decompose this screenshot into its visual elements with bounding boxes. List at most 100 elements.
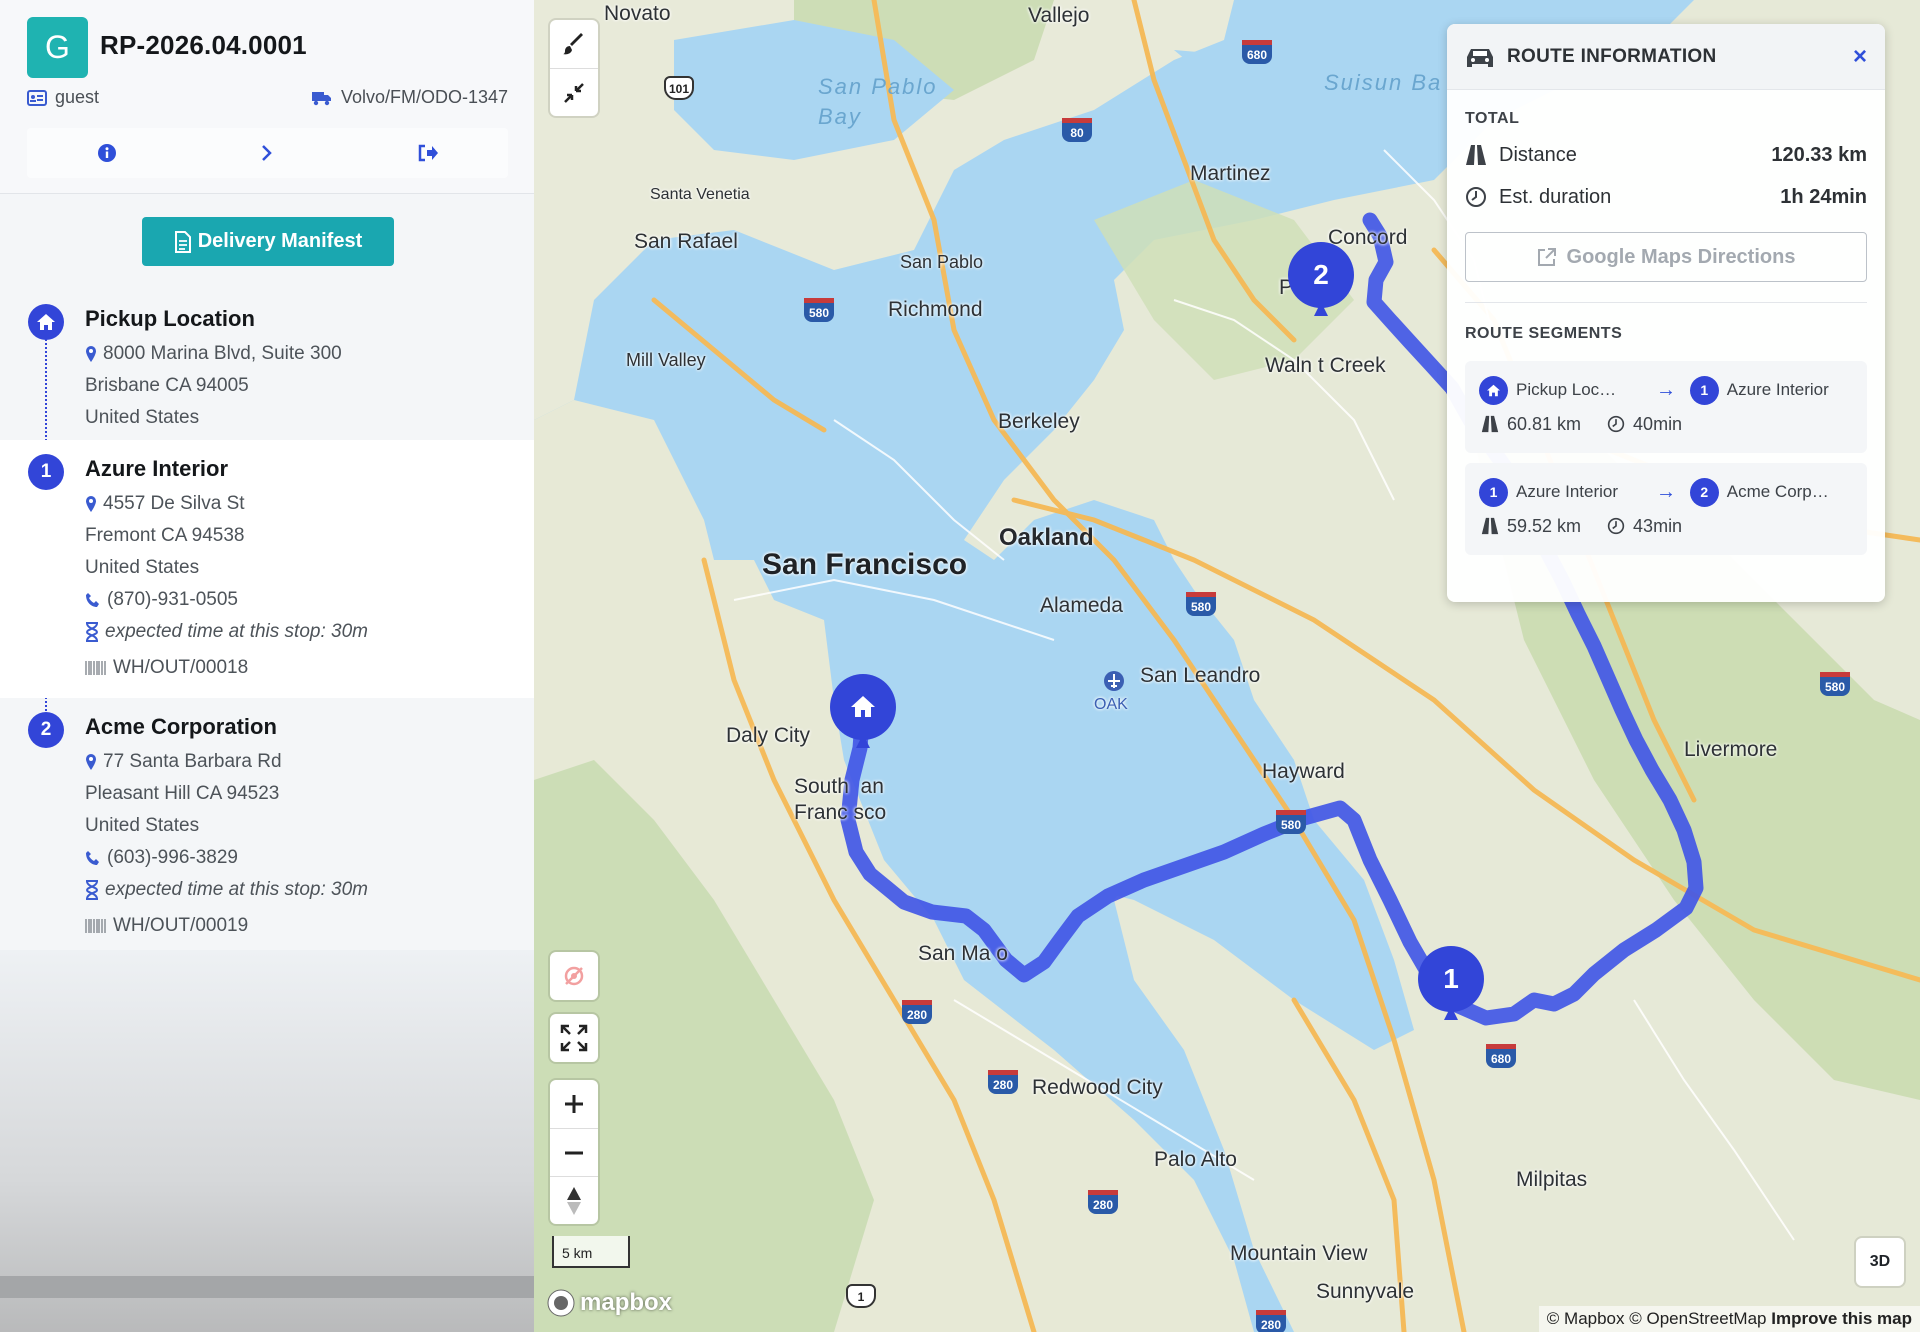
geolocate-button[interactable] [550, 952, 598, 1000]
close-panel-button[interactable]: × [1853, 43, 1867, 71]
segment-to-marker: 2 [1689, 477, 1719, 507]
attribution-text[interactable]: © Mapbox © OpenStreetMap [1547, 1309, 1767, 1328]
segment-arrow: → [1655, 378, 1676, 401]
segment-to-marker: 1 [1689, 375, 1719, 405]
panel-title: ROUTE INFORMATION [1507, 45, 1717, 67]
hourglass-icon [85, 622, 99, 642]
delivery-manifest-label: Delivery Manifest [197, 230, 363, 252]
google-maps-directions-button[interactable]: Google Maps Directions [1465, 232, 1867, 282]
sidebar: G RP-2026.04.0001 guest Volvo/FM/ODO-134… [0, 0, 534, 1332]
segment-from-marker [1479, 375, 1508, 405]
geolocate-control [550, 952, 598, 1000]
stop-marker-2: 2 [28, 712, 64, 748]
compress-icon [564, 82, 584, 103]
plan-header: G RP-2026.04.0001 guest Volvo/FM/ODO-134… [0, 0, 534, 194]
map-label-san-pablo: San Pablo [900, 252, 984, 272]
segments-section-label: ROUTE SEGMENTS [1465, 325, 1623, 342]
stop-acme-corporation[interactable]: 2 Acme Corporation 77 Santa Barbara Rd P… [0, 698, 534, 956]
distance-row: Distance 120.33 km [1465, 134, 1867, 176]
map[interactable]: Novato Vallejo San Pablo Bay Suisun Ba M… [534, 0, 1920, 1332]
minus-icon [565, 1151, 583, 1154]
phone-icon [86, 593, 99, 607]
map-label-oak-airport: OAK [1094, 696, 1128, 713]
road-icon [1481, 517, 1499, 535]
highway-shield: 680 [1242, 40, 1272, 64]
hourglass-icon [85, 880, 99, 900]
style-button[interactable] [550, 20, 598, 68]
map-label-san-francisco: San Francisco [762, 548, 968, 581]
distance-value: 120.33 km [1771, 143, 1867, 166]
map-label-south-san-francisco: South an Franc sco [794, 775, 887, 824]
segment-distance: 59.52 km [1481, 516, 1581, 537]
sign-out-button[interactable] [398, 131, 458, 175]
stop-title: Azure Interior [85, 456, 229, 481]
barcode-icon [85, 919, 106, 933]
duration-row: Est. duration 1h 24min [1465, 176, 1867, 218]
zoom-in-button[interactable] [550, 1080, 598, 1128]
route-segment[interactable]: Pickup Loc… → 1 Azure Interior 60.81 km [1465, 361, 1867, 453]
map-attribution: © Mapbox © OpenStreetMap Improve this ma… [1538, 1306, 1920, 1332]
map-tool-controls [550, 20, 598, 116]
map-marker-icon [86, 754, 96, 770]
map-label-san-mateo: San Ma o [918, 942, 1008, 965]
route-marker-home[interactable] [828, 672, 898, 752]
next-button[interactable] [237, 131, 297, 175]
stop-city: Pleasant Hill CA 94523 [85, 783, 280, 804]
map-label-sunnyvale: Sunnyvale [1316, 1280, 1415, 1303]
sign-out-icon [418, 144, 438, 162]
route-marker-2[interactable]: 2 [1286, 240, 1356, 320]
zoom-out-button[interactable] [550, 1128, 598, 1176]
map-label-san-pablo-bay: San Pablo Bay [818, 74, 938, 129]
stop-pickup[interactable]: Pickup Location 8000 Marina Blvd, Suite … [0, 290, 534, 440]
stop-marker-home [28, 304, 64, 340]
barcode-icon [85, 661, 106, 675]
3d-toggle-button[interactable]: 3D [1856, 1238, 1904, 1286]
airport-icon [1104, 671, 1124, 691]
sidebar-footer-strip [0, 1276, 534, 1298]
segment-arrow: → [1655, 480, 1676, 503]
route-marker-1[interactable]: 1 [1416, 944, 1486, 1024]
highway-shield: 280 [902, 1000, 932, 1024]
stop-expected-time: expected time at this stop: 30m [85, 874, 534, 906]
paint-brush-icon [563, 33, 583, 55]
user-info: guest [27, 87, 99, 108]
route-segment[interactable]: 1 Azure Interior → 2 Acme Corp… 59.52 km [1465, 463, 1867, 555]
stop-country: United States [85, 557, 200, 578]
compass-button[interactable] [550, 1176, 598, 1224]
sidebar-background [0, 950, 534, 1332]
stop-expected-time: expected time at this stop: 30m [85, 616, 534, 648]
mapbox-icon [547, 1289, 575, 1317]
duration-label: Est. duration [1499, 185, 1612, 208]
map-label-oakland: Oakland [999, 524, 1094, 551]
home-icon [37, 314, 55, 330]
segment-to: Acme Corp… [1726, 482, 1829, 501]
stop-country: United States [85, 815, 200, 836]
chevron-right-icon [262, 145, 273, 161]
map-label-san-rafael: San Rafael [634, 230, 738, 253]
panel-body: TOTAL Distance 120.33 km Est. duration 1… [1447, 90, 1885, 555]
map-label-mill-valley: Mill Valley [626, 350, 706, 370]
route-marker-label: 2 [1313, 259, 1329, 290]
highway-shield: 101 [664, 76, 694, 100]
segment-from: Azure Interior [1516, 482, 1619, 501]
mapbox-logo-text: mapbox [580, 1289, 673, 1316]
fullscreen-button[interactable] [550, 1014, 598, 1062]
map-label-novato: Novato [604, 2, 671, 25]
info-button[interactable] [77, 131, 137, 175]
info-icon [98, 144, 117, 162]
highway-shield: 280 [988, 1070, 1018, 1094]
stop-azure-interior[interactable]: 1 Azure Interior 4557 De Silva St Fremon… [0, 440, 534, 698]
delivery-manifest-button[interactable]: Delivery Manifest [142, 217, 394, 266]
location-disabled-icon [564, 966, 584, 986]
segment-distance: 60.81 km [1481, 414, 1581, 435]
highway-shield: 580 [1820, 672, 1850, 696]
distance-label: Distance [1499, 143, 1577, 166]
road-icon [1481, 415, 1499, 433]
phone-icon [86, 851, 99, 865]
segments-section: ROUTE SEGMENTS Pickup Loc… → 1 Azure Int… [1465, 302, 1867, 555]
mapbox-logo[interactable]: mapbox [546, 1288, 672, 1318]
header-actions [27, 128, 508, 178]
zoom-control [550, 1080, 598, 1224]
improve-map-link[interactable]: Improve this map [1771, 1309, 1912, 1328]
collapse-button[interactable] [550, 68, 598, 116]
